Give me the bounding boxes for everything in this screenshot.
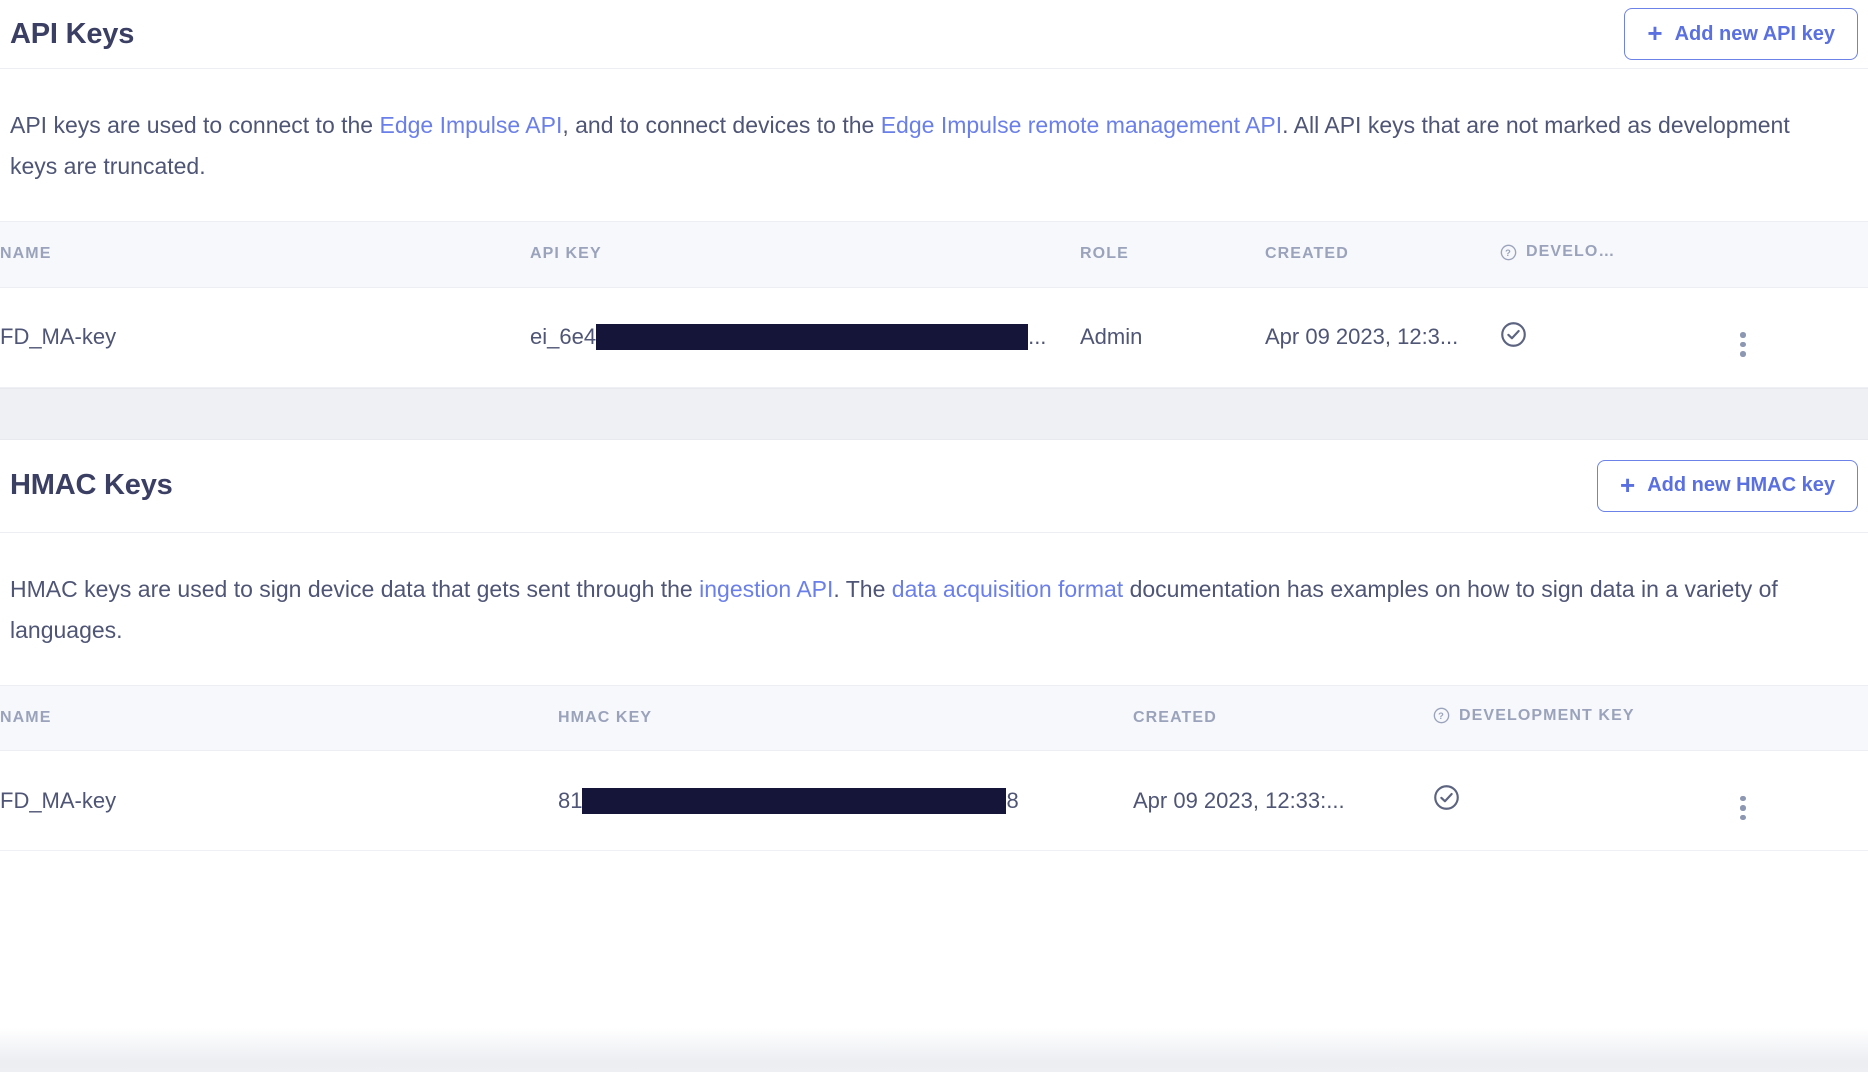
api-row-development-key: [1500, 287, 1740, 387]
api-col-development-key-label: DEVELO…: [1526, 243, 1616, 261]
hmac-col-key: HMAC KEY: [558, 685, 1133, 751]
hmac-keys-section-header: HMAC Keys + Add new HMAC key: [0, 440, 1868, 532]
hmac-section-title: HMAC Keys: [10, 471, 173, 500]
api-row-key: ei_6e4...: [530, 287, 1080, 387]
hmac-row-development-key: [1433, 751, 1740, 851]
plus-icon: +: [1620, 472, 1635, 498]
api-col-created: CREATED: [1265, 222, 1500, 288]
hmac-row-created: Apr 09 2023, 12:33:...: [1133, 751, 1433, 851]
api-col-key: API KEY: [530, 222, 1080, 288]
hmac-keys-table-header-row: NAME HMAC KEY CREATED ? DEVELOPMENT KEY: [0, 685, 1868, 751]
svg-text:?: ?: [1505, 248, 1512, 258]
redaction-bar: [596, 324, 1028, 350]
hmac-row-key-suffix: 8: [1006, 788, 1018, 814]
hmac-col-actions: [1740, 685, 1868, 751]
check-circle-icon: [1500, 321, 1527, 348]
api-col-name: NAME: [0, 222, 530, 288]
hmac-col-development-key: ? DEVELOPMENT KEY: [1433, 685, 1740, 751]
api-row-key-suffix: ...: [1028, 324, 1046, 350]
hmac-row-key: 81 8: [558, 751, 1133, 851]
hmac-col-development-key-label: DEVELOPMENT KEY: [1459, 707, 1635, 725]
table-row[interactable]: FD_MA-key ei_6e4... Admin Apr 09 2023, 1…: [0, 287, 1868, 387]
section-gap-band: [0, 388, 1868, 440]
api-row-role: Admin: [1080, 287, 1265, 387]
hmac-row-actions: [1740, 751, 1868, 851]
api-col-role: ROLE: [1080, 222, 1265, 288]
add-new-hmac-key-label: Add new HMAC key: [1647, 474, 1835, 497]
api-desc-part2: , and to connect devices to the: [562, 112, 880, 138]
add-new-api-key-label: Add new API key: [1675, 23, 1835, 46]
hmac-keys-table: NAME HMAC KEY CREATED ? DEVELOPMENT KEY …: [0, 685, 1868, 852]
data-acquisition-format-link[interactable]: data acquisition format: [892, 576, 1123, 602]
api-col-development-key: ? DEVELO…: [1500, 222, 1740, 288]
page-title: API Keys: [10, 20, 134, 49]
api-keys-page: API Keys + Add new API key API keys are …: [0, 0, 1868, 1072]
vertical-dots-icon[interactable]: [1740, 332, 1746, 357]
vertical-dots-icon[interactable]: [1740, 796, 1746, 821]
hmac-row-key-prefix: 81: [558, 788, 582, 814]
table-row[interactable]: FD_MA-key 81 8 Apr 09 2023, 12:33:...: [0, 751, 1868, 851]
api-keys-table: NAME API KEY ROLE CREATED ? DEVELO… FD_M…: [0, 221, 1868, 388]
hmac-desc-part1: HMAC keys are used to sign device data t…: [10, 576, 699, 602]
api-row-actions: [1740, 287, 1868, 387]
hmac-col-name: NAME: [0, 685, 558, 751]
api-keys-description: API keys are used to connect to the Edge…: [0, 69, 1852, 221]
add-new-hmac-key-button[interactable]: + Add new HMAC key: [1597, 460, 1858, 512]
check-circle-icon: [1433, 784, 1460, 811]
ingestion-api-link[interactable]: ingestion API: [699, 576, 833, 602]
hmac-col-created: CREATED: [1133, 685, 1433, 751]
edge-impulse-remote-management-api-link[interactable]: Edge Impulse remote management API: [881, 112, 1282, 138]
plus-icon: +: [1647, 20, 1662, 46]
add-new-api-key-button[interactable]: + Add new API key: [1624, 8, 1858, 60]
bottom-fade-overlay: [0, 1028, 1868, 1072]
redaction-bar: [582, 788, 1006, 814]
help-circle-icon[interactable]: ?: [1433, 707, 1450, 724]
hmac-keys-description: HMAC keys are used to sign device data t…: [0, 533, 1852, 685]
api-col-actions: [1740, 222, 1868, 288]
hmac-desc-part2: . The: [833, 576, 891, 602]
help-circle-icon[interactable]: ?: [1500, 244, 1517, 261]
api-row-name: FD_MA-key: [0, 287, 530, 387]
api-row-created: Apr 09 2023, 12:3...: [1265, 287, 1500, 387]
edge-impulse-api-link[interactable]: Edge Impulse API: [380, 112, 563, 138]
svg-text:?: ?: [1438, 711, 1445, 721]
api-row-key-prefix: ei_6e4: [530, 324, 596, 350]
api-keys-table-header-row: NAME API KEY ROLE CREATED ? DEVELO…: [0, 222, 1868, 288]
hmac-row-name: FD_MA-key: [0, 751, 558, 851]
api-keys-section-header: API Keys + Add new API key: [0, 0, 1868, 68]
api-desc-part1: API keys are used to connect to the: [10, 112, 380, 138]
